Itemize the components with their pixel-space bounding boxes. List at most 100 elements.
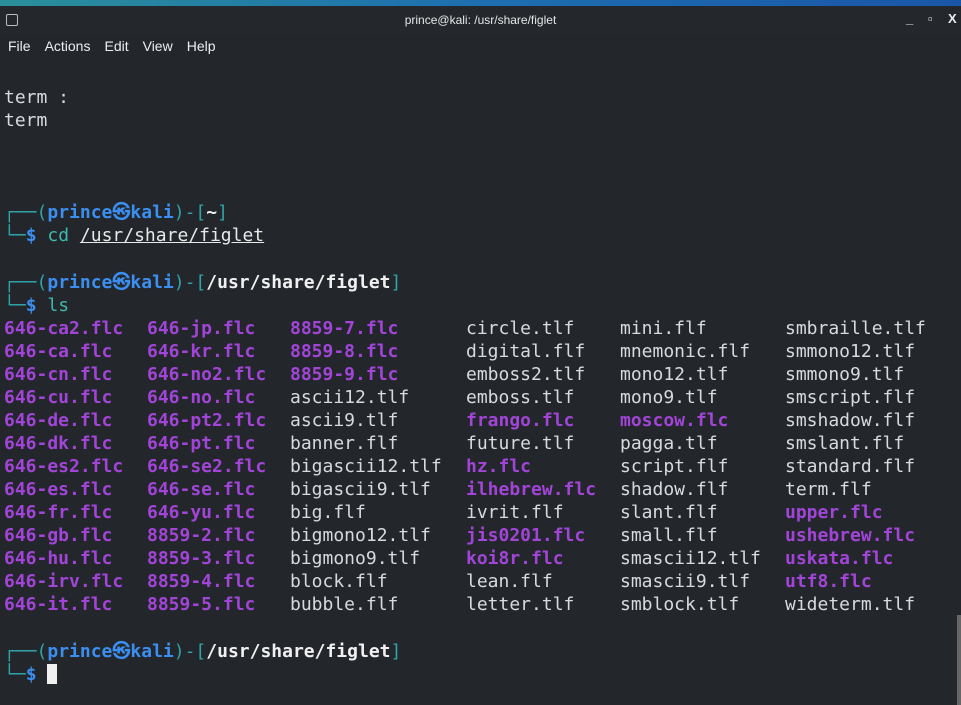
- file-entry: emboss2.tlf: [466, 364, 586, 385]
- file-entry: 646-ca2.flc: [4, 318, 124, 339]
- ls-column: smbraille.tlf smmono12.tlf smmono9.tlf smsc…: [785, 317, 926, 616]
- maximize-button[interactable]: ▫: [928, 11, 933, 26]
- file-entry: ascii12.tlf: [290, 387, 410, 408]
- window-title: prince@kali: /usr/share/figlet: [404, 13, 557, 27]
- file-entry: block.flf: [290, 571, 388, 592]
- file-entry: circle.tlf: [466, 318, 575, 339]
- file-entry: 646-se.flc: [147, 479, 256, 500]
- file-entry: smslant.flf: [785, 433, 905, 454]
- file-entry: 8859-8.flc: [290, 341, 399, 362]
- file-entry: 646-no2.flc: [147, 364, 267, 385]
- file-entry: 646-es2.flc: [4, 456, 124, 477]
- file-entry: standard.flf: [785, 456, 916, 477]
- prompt-header: ┌──(prince㉿kali)-[/usr/share/figlet]: [4, 641, 402, 662]
- title-bar: prince@kali: /usr/share/figlet _ ▫ X: [0, 6, 961, 34]
- file-entry: mono9.tlf: [620, 387, 718, 408]
- file-entry: 646-fr.flc: [4, 502, 113, 523]
- file-entry: mnemonic.flf: [620, 341, 751, 362]
- file-entry: 646-cu.flc: [4, 387, 113, 408]
- file-entry: big.flf: [290, 502, 366, 523]
- file-entry: 8859-3.flc: [147, 548, 256, 569]
- menu-edit[interactable]: Edit: [104, 34, 128, 58]
- menu-bar: File Actions Edit View Help: [0, 34, 230, 58]
- minimize-button[interactable]: _: [906, 11, 913, 26]
- ls-column: 646-jp.flc 646-kr.flc 646-no2.flc 646-no.fl…: [147, 317, 266, 616]
- prompt-command: └─$ ls: [4, 295, 70, 316]
- file-entry: uskata.flc: [785, 548, 894, 569]
- file-entry: 8859-9.flc: [290, 364, 399, 385]
- file-entry: 646-jp.flc: [147, 318, 256, 339]
- file-entry: emboss.tlf: [466, 387, 575, 408]
- ls-column: 646-ca2.flc 646-ca.flc 646-cn.flc 646-cu.fl…: [4, 317, 123, 616]
- file-entry: smascii9.tlf: [620, 571, 751, 592]
- file-entry: bigascii9.tlf: [290, 479, 431, 500]
- prompt-input[interactable]: └─$: [4, 663, 58, 686]
- file-entry: smscript.flf: [785, 387, 916, 408]
- file-entry: ivrit.flf: [466, 502, 564, 523]
- file-entry: frango.flc: [466, 410, 575, 431]
- ls-column: mini.flf mnemonic.flf mono12.tlf mono9.tlf m…: [620, 317, 761, 616]
- file-entry: ascii9.tlf: [290, 410, 399, 431]
- output-line: term: [4, 110, 48, 131]
- file-entry: mono12.tlf: [620, 364, 729, 385]
- file-entry: 646-cn.flc: [4, 364, 113, 385]
- file-entry: koi8r.flc: [466, 548, 564, 569]
- file-entry: slant.flf: [620, 502, 718, 523]
- menu-view[interactable]: View: [143, 34, 173, 58]
- file-entry: pagga.tlf: [620, 433, 718, 454]
- prompt-command: └─$ cd /usr/share/figlet: [4, 225, 265, 246]
- file-entry: upper.flc: [785, 502, 883, 523]
- file-entry: banner.flf: [290, 433, 399, 454]
- file-entry: bigascii12.tlf: [290, 456, 442, 477]
- file-entry: wideterm.tlf: [785, 594, 916, 615]
- close-button[interactable]: X: [948, 11, 957, 26]
- file-entry: 646-hu.flc: [4, 548, 113, 569]
- file-entry: moscow.flc: [620, 410, 729, 431]
- file-entry: shadow.flf: [620, 479, 729, 500]
- file-entry: 646-es.flc: [4, 479, 113, 500]
- file-entry: 646-se2.flc: [147, 456, 267, 477]
- ls-column: 8859-7.flc 8859-8.flc 8859-9.flc ascii12.tl…: [290, 317, 442, 616]
- file-entry: 646-pt2.flc: [147, 410, 267, 431]
- file-entry: 646-pt.flc: [147, 433, 256, 454]
- file-entry: 646-irv.flc: [4, 571, 124, 592]
- menu-help[interactable]: Help: [187, 34, 216, 58]
- file-entry: 646-it.flc: [4, 594, 113, 615]
- file-entry: script.flf: [620, 456, 729, 477]
- file-entry: 646-ca.flc: [4, 341, 113, 362]
- file-entry: bubble.flf: [290, 594, 399, 615]
- file-entry: 646-de.flc: [4, 410, 113, 431]
- menu-file[interactable]: File: [8, 34, 31, 58]
- file-entry: smascii12.tlf: [620, 548, 761, 569]
- file-entry: smbraille.tlf: [785, 318, 926, 339]
- prompt-header: ┌──(prince㉿kali)-[~]: [4, 202, 228, 223]
- file-entry: ilhebrew.flc: [466, 479, 597, 500]
- file-entry: hz.flc: [466, 456, 532, 477]
- file-entry: 8859-7.flc: [290, 318, 399, 339]
- file-entry: smblock.tlf: [620, 594, 740, 615]
- file-entry: 646-kr.flc: [147, 341, 256, 362]
- file-entry: 8859-4.flc: [147, 571, 256, 592]
- text-cursor: [47, 664, 58, 684]
- file-entry: smshadow.flf: [785, 410, 916, 431]
- prompt-header: ┌──(prince㉿kali)-[/usr/share/figlet]: [4, 272, 402, 293]
- scrollbar[interactable]: [957, 615, 961, 705]
- file-entry: smmono12.tlf: [785, 341, 916, 362]
- file-entry: small.flf: [620, 525, 718, 546]
- file-entry: 646-gb.flc: [4, 525, 113, 546]
- ls-column: circle.tlf digital.flf emboss2.tlf emboss.t…: [466, 317, 596, 616]
- file-entry: smmono9.tlf: [785, 364, 905, 385]
- menu-actions[interactable]: Actions: [45, 34, 91, 58]
- file-entry: ushebrew.flc: [785, 525, 916, 546]
- file-entry: bigmono9.tlf: [290, 548, 421, 569]
- file-entry: 646-dk.flc: [4, 433, 113, 454]
- file-entry: mini.flf: [620, 318, 707, 339]
- file-entry: term.flf: [785, 479, 872, 500]
- file-entry: bigmono12.tlf: [290, 525, 431, 546]
- file-entry: jis0201.flc: [466, 525, 586, 546]
- file-entry: 646-yu.flc: [147, 502, 256, 523]
- output-line: term :: [4, 87, 70, 108]
- file-entry: 8859-2.flc: [147, 525, 256, 546]
- file-entry: digital.flf: [466, 341, 586, 362]
- file-entry: 646-no.flc: [147, 387, 256, 408]
